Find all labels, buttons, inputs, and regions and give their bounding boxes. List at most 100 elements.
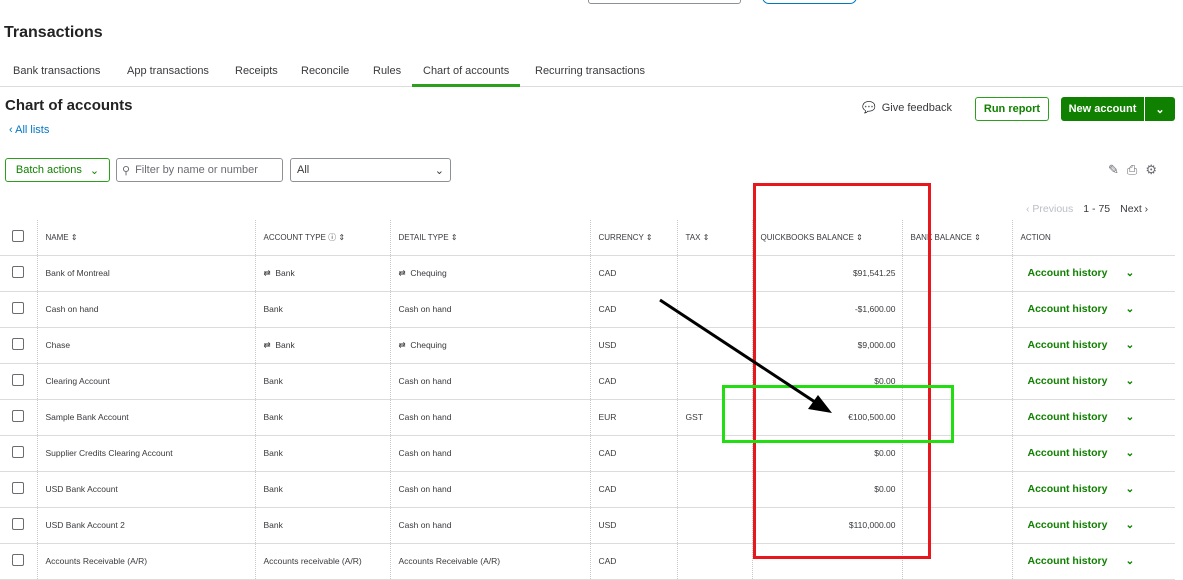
table-row: Sample Bank Account Bank Cash on hand EU… [0,399,1175,436]
row-checkbox[interactable] [12,482,24,494]
linked-icon: ⇄ [263,267,271,278]
account-history-link[interactable]: Account history [1028,519,1108,531]
account-name: Sample Bank Account [36,399,255,436]
table-row: USD Bank Account Bank Cash on hand CAD $… [0,471,1175,508]
table-row: Chase ⇄ Bank ⇄ Chequing USD $9,000.00 Ac… [0,327,1175,364]
printer-icon[interactable]: ⎙ [1127,162,1137,178]
row-checkbox[interactable] [12,374,24,386]
detail-type: Cash on hand [398,304,452,314]
page-range: 1 - 75 [1083,203,1111,215]
pencil-icon[interactable]: ✎ [1108,162,1119,178]
account-type: Bank [263,520,283,530]
linked-icon: ⇄ [398,339,406,350]
account-type-select[interactable]: All ⌄ [290,158,451,182]
row-checkbox[interactable] [12,338,24,350]
account-type: Bank [263,412,283,422]
tab-chart-of-accounts[interactable]: Chart of accounts [412,65,521,87]
previous-button[interactable]: ‹ Previous [1026,203,1073,215]
pagination: ‹ Previous 1 - 75 Next › [1026,203,1148,215]
detail-type: Cash on hand [398,520,452,530]
chevron-down-icon[interactable]: ⌄ [1125,375,1134,387]
account-history-link[interactable]: Account history [1028,447,1108,459]
detail-type: Chequing [410,339,447,350]
account-history-link[interactable]: Account history [1028,375,1108,387]
row-checkbox[interactable] [12,302,24,314]
account-name: Accounts Receivable (A/R) [36,543,255,580]
table-row: Cash on hand Bank Cash on hand CAD -$1,6… [0,291,1175,328]
chevron-down-icon[interactable]: ⌄ [1125,267,1134,279]
all-lists-link[interactable]: ‹ All lists [9,124,49,136]
account-history-link[interactable]: Account history [1028,483,1108,495]
row-checkbox[interactable] [12,446,24,458]
col-action: ACTION [1011,220,1175,256]
new-account-label: New account [1061,97,1145,121]
top-button[interactable] [762,0,857,4]
chevron-down-icon[interactable]: ⌄ [1125,411,1134,423]
gear-icon[interactable]: ⚙ [1145,162,1157,178]
annotation-red-box [753,183,931,559]
currency: CAD [589,435,677,472]
linked-icon: ⇄ [263,339,271,350]
chevron-down-icon[interactable]: ⌄ [1125,303,1134,315]
col-tax[interactable]: TAX ⇕ [676,220,752,256]
filter-placeholder: Filter by name or number [135,164,258,176]
select-value: All [297,164,310,176]
detail-type: Cash on hand [398,448,452,458]
col-detail-type[interactable]: DETAIL TYPE ⇕ [389,220,590,256]
tab-app-transactions[interactable]: App transactions [127,65,209,77]
run-report-button[interactable]: Run report [975,97,1049,121]
col-currency[interactable]: CURRENCY ⇕ [589,220,677,256]
table-row: Bank of Montreal ⇄ Bank ⇄ Chequing CAD $… [0,255,1175,292]
currency: CAD [589,255,677,292]
currency: EUR [589,399,677,436]
chevron-down-icon[interactable]: ⌄ [1125,519,1134,531]
account-history-link[interactable]: Account history [1028,303,1108,315]
tab-recurring-transactions[interactable]: Recurring transactions [535,65,645,77]
row-checkbox[interactable] [12,410,24,422]
row-checkbox[interactable] [12,518,24,530]
accounts-table: NAME ⇕ ACCOUNT TYPE ⓘ ⇕ DETAIL TYPE ⇕ CU… [0,220,1175,580]
tab-rules[interactable]: Rules [373,65,401,77]
batch-actions-button[interactable]: Batch actions ⌄ [5,158,110,182]
account-history-link[interactable]: Account history [1028,267,1108,279]
account-history-link[interactable]: Account history [1028,339,1108,351]
detail-type: Chequing [410,267,447,278]
top-search-box[interactable] [588,0,741,4]
tax [676,327,752,364]
chevron-down-icon: ⌄ [434,164,444,177]
chevron-down-icon[interactable]: ⌄ [1125,339,1134,351]
account-history-link[interactable]: Account history [1028,555,1108,567]
annotation-green-box [722,385,954,443]
give-feedback-button[interactable]: 💬 Give feedback [862,101,953,115]
chevron-down-icon[interactable]: ⌄ [1125,483,1134,495]
account-name: Clearing Account [36,363,255,400]
select-all-checkbox[interactable] [12,230,24,243]
tab-bank-transactions[interactable]: Bank transactions [13,65,100,77]
row-checkbox[interactable] [12,266,24,278]
chevron-down-icon[interactable]: ⌄ [1125,447,1134,459]
give-feedback-label: Give feedback [881,101,953,114]
account-type: Bank [263,484,283,494]
tab-receipts[interactable]: Receipts [235,65,278,77]
account-type: Bank [263,376,283,386]
chevron-down-icon[interactable]: ⌄ [1125,555,1134,567]
feedback-icon: 💬 [862,102,876,114]
next-button[interactable]: Next › [1120,203,1148,215]
detail-type: Cash on hand [398,376,452,386]
account-name: Bank of Montreal [36,255,255,292]
table-row: Clearing Account Bank Cash on hand CAD $… [0,363,1175,400]
account-name: Supplier Credits Clearing Account [36,435,255,472]
col-account-type[interactable]: ACCOUNT TYPE ⓘ ⇕ [254,220,390,256]
table-row: Accounts Receivable (A/R) Accounts recei… [0,543,1175,580]
currency: USD [589,507,677,544]
col-name[interactable]: NAME ⇕ [36,220,255,256]
new-account-button[interactable]: New account ⌄ [1061,97,1175,121]
account-name: Chase [36,327,255,364]
account-type: Bank [275,339,295,350]
currency: CAD [589,471,677,508]
batch-actions-label: Batch actions [15,164,82,176]
tab-reconcile[interactable]: Reconcile [301,65,349,77]
chevron-down-icon[interactable]: ⌄ [1145,103,1175,116]
account-history-link[interactable]: Account history [1028,411,1108,423]
filter-input[interactable]: ⚲ Filter by name or number [116,158,283,182]
